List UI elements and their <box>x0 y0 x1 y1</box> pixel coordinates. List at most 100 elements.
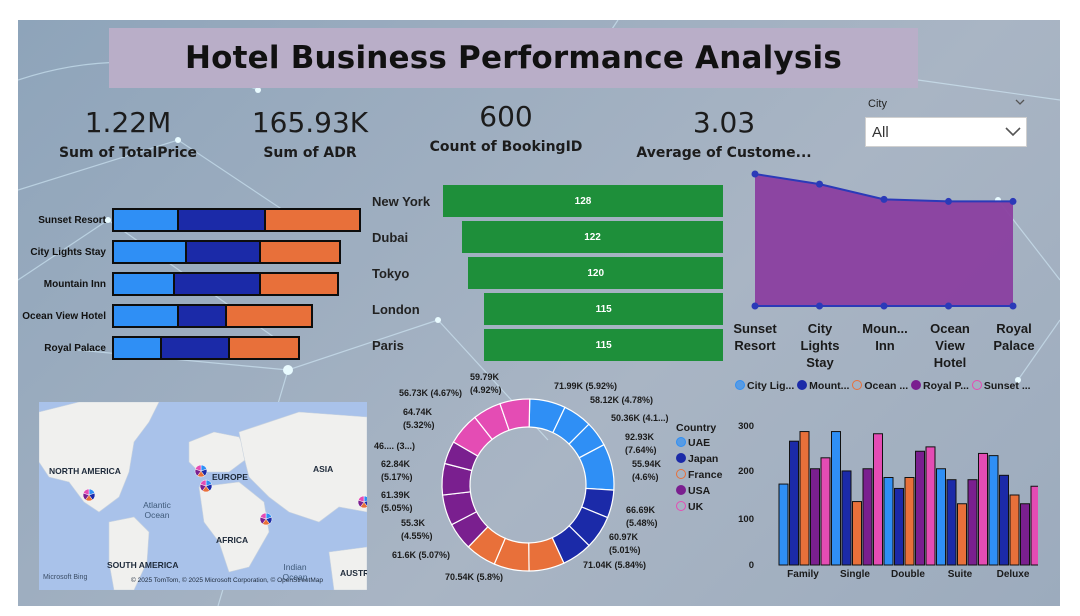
legend-item[interactable]: UK <box>676 501 722 513</box>
stacked-bar-segment[interactable] <box>179 304 227 328</box>
legend-item[interactable]: Japan <box>676 453 722 465</box>
stacked-bar-segment[interactable] <box>112 240 187 264</box>
city-booking-bar[interactable]: 115 <box>484 293 723 325</box>
area-x-label: Royal Palace <box>993 321 1035 353</box>
area-legend: City Lig... Mount... Ocean ... Royal P..… <box>735 380 1031 392</box>
area-base-point <box>751 302 759 310</box>
legend-dot-icon <box>676 437 686 447</box>
city-label: London <box>372 302 420 317</box>
legend-dot-icon <box>676 469 686 479</box>
stacked-bar-segment[interactable] <box>112 304 179 328</box>
slicer-menu-chevron-icon[interactable] <box>1015 98 1025 106</box>
column-bar <box>799 431 810 566</box>
city-label: Tokyo <box>372 266 410 281</box>
map-pie-marker <box>82 488 96 502</box>
kpi-booking-count: 600 Count of BookingID <box>416 100 596 155</box>
area-x-label: City Lights Stay <box>800 321 840 370</box>
dashboard-title: Hotel Business Performance Analysis <box>184 40 842 76</box>
stacked-bar-segment[interactable] <box>261 272 339 296</box>
hotel-area-chart <box>751 170 1017 310</box>
column-bar <box>789 440 799 566</box>
city-label: Dubai <box>372 230 409 245</box>
stacked-bar-segment[interactable] <box>187 240 261 264</box>
kpi-value: 600 <box>479 100 533 133</box>
bar-value-label: 120 <box>587 267 605 279</box>
dashboard-title-box: Hotel Business Performance Analysis <box>109 28 918 88</box>
area-point <box>816 180 823 188</box>
city-label: Paris <box>372 338 404 353</box>
donut-label: 61.39K (5.05%) <box>381 490 413 513</box>
city-booking-bar[interactable]: 128 <box>443 185 723 217</box>
column-bar <box>925 446 936 566</box>
stacked-bar-segment[interactable] <box>112 336 162 360</box>
y-tick: 200 <box>738 466 754 477</box>
donut-label: 58.12K (4.78%) <box>590 395 654 405</box>
city-booking-bar[interactable]: 120 <box>468 257 723 289</box>
stacked-bar-segment[interactable] <box>112 272 175 296</box>
city-booking-bar[interactable]: 115 <box>484 329 723 361</box>
legend-item[interactable]: Mount... <box>797 380 849 392</box>
y-tick: 0 <box>748 560 754 571</box>
column-bar <box>894 487 904 566</box>
kpi-label: Count of BookingID <box>429 139 583 155</box>
map-pie-marker <box>259 512 273 526</box>
kpi-value: 3.03 <box>692 106 756 139</box>
column-x-label: Single <box>839 569 870 580</box>
area-base-point <box>1009 302 1017 310</box>
legend-dot-icon <box>911 380 922 390</box>
city-label: New York <box>372 194 431 209</box>
city-booking-bar[interactable]: 122 <box>462 221 723 253</box>
city-slicer-dropdown[interactable]: All <box>865 117 1027 147</box>
stacked-bar-segment[interactable] <box>230 336 300 360</box>
slicer-label: City <box>868 98 887 110</box>
legend-dot-icon <box>735 380 745 390</box>
stacked-bar-segment[interactable] <box>227 304 313 328</box>
column-bar <box>820 457 831 566</box>
donut-label: 50.36K (4.1...) <box>611 413 669 423</box>
hotel-label: Royal Palace <box>44 343 106 354</box>
chevron-down-icon <box>1005 127 1021 137</box>
bar-value-label: 115 <box>595 339 612 351</box>
area-x-label: Ocean View Hotel <box>930 321 970 370</box>
stacked-bar-segment[interactable] <box>261 240 341 264</box>
area-base-point <box>816 302 823 310</box>
donut-label: 66.69K (5.48%) <box>626 505 658 528</box>
legend-item[interactable]: France <box>676 469 722 481</box>
legend-dot-icon <box>971 380 982 390</box>
area-point <box>945 197 952 205</box>
column-bar <box>946 479 957 566</box>
column-bar <box>1030 485 1038 566</box>
stacked-bar-segment[interactable] <box>162 336 230 360</box>
area-base-point <box>945 302 952 310</box>
legend-item[interactable]: Sunset ... <box>971 380 1031 392</box>
legend-dot-icon <box>797 380 808 390</box>
legend-item[interactable]: USA <box>676 485 722 497</box>
legend-dot-icon <box>852 380 863 390</box>
country-legend: Country UAE Japan France USA UK <box>676 422 722 513</box>
kpi-value: 1.22M <box>84 106 172 139</box>
area-x-label: Moun... Inn <box>862 321 908 353</box>
area-x-label: Sunset Resort <box>733 321 777 353</box>
column-x-label: Family <box>787 569 819 580</box>
country-map[interactable]: NORTH AMERICA EUROPE ASIA AFRICA SOUTH A… <box>39 402 367 590</box>
donut-label: 59.79K (4.92%) <box>470 372 502 395</box>
area-base-point <box>880 302 888 310</box>
legend-item[interactable]: Ocean ... <box>852 380 908 392</box>
donut-label: 92.93K (7.64%) <box>625 432 657 455</box>
donut-label: 46.... (3...) <box>374 441 416 451</box>
column-bar <box>831 431 841 566</box>
stacked-bar-segment[interactable] <box>112 208 179 232</box>
stacked-bar-segment[interactable] <box>179 208 266 232</box>
donut-label: 71.04K (5.84%) <box>583 560 647 570</box>
stacked-bar-segment[interactable] <box>175 272 261 296</box>
legend-item[interactable]: Royal P... <box>911 380 969 392</box>
map-pie-marker <box>194 464 208 478</box>
area-point <box>1009 197 1017 205</box>
legend-item[interactable]: UAE <box>676 437 722 449</box>
column-bar <box>999 474 1009 566</box>
donut-label: 55.3K (4.55%) <box>401 518 433 541</box>
map-pie-markers <box>82 464 367 526</box>
stacked-bar-segment[interactable] <box>266 208 361 232</box>
legend-item[interactable]: City Lig... <box>735 380 794 392</box>
hotel-label: Sunset Resort <box>38 215 106 226</box>
